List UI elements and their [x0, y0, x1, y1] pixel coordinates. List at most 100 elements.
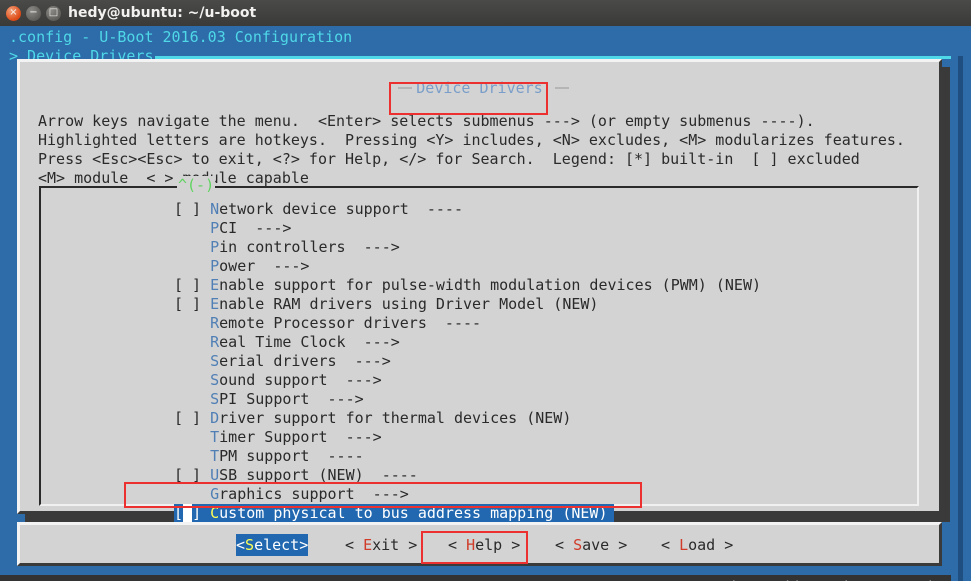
menu-item-hotkey: S — [210, 352, 220, 370]
button-suffix: > — [399, 536, 418, 554]
config-header-title: .config - U-Boot 2016.03 Configuration — [9, 28, 353, 46]
window-title: hedy@ubuntu: ~/u-boot — [68, 5, 257, 21]
menu-item-hotkey: C — [210, 504, 220, 522]
terminal-surface: .config - U-Boot 2016.03 Configuration >… — [0, 26, 971, 581]
menu-item[interactable]: TPM support ---- — [41, 447, 917, 466]
menu-item-label: ower ---> — [219, 257, 310, 275]
menu-item-checkbox — [174, 428, 210, 446]
button-hotkey: H — [466, 536, 476, 554]
button-hotkey: L — [679, 536, 689, 554]
menu-item-checkbox: [ ] — [174, 276, 211, 294]
menu-item-hotkey: T — [210, 447, 220, 465]
menu-item-checkbox — [174, 219, 210, 237]
button-label: elp — [475, 536, 503, 554]
menu-item[interactable]: Remote Processor drivers ---- — [41, 314, 917, 333]
menu-item-hotkey: P — [210, 238, 220, 256]
menu-item-label: PI Support ---> — [219, 390, 364, 408]
menu-item-label: etwork device support ---- — [219, 200, 463, 218]
window-titlebar: × − □ hedy@ubuntu: ~/u-boot — [0, 0, 971, 27]
save-button[interactable]: < Save > — [555, 534, 627, 556]
minimize-icon[interactable]: − — [26, 6, 41, 21]
menu-item[interactable]: Real Time Clock ---> — [41, 333, 917, 352]
menu-item[interactable]: [ ] Enable RAM drivers using Driver Mode… — [41, 295, 917, 314]
menu-item-label: nable support for pulse-width modulation… — [219, 276, 762, 294]
menu-item[interactable]: [ ] Enable support for pulse-width modul… — [41, 276, 917, 295]
menu-item[interactable]: [ ] USB support (NEW) ---- — [41, 466, 917, 485]
menu-item-label: imer Support ---> — [219, 428, 382, 446]
button-suffix: > — [609, 536, 628, 554]
menu-item[interactable]: Serial drivers ---> — [41, 352, 917, 371]
menu-item-label: PM support ---- — [219, 447, 364, 465]
menu-item-label: emote Processor drivers ---- — [219, 314, 482, 332]
menu-list: [ ] Network device support ---- PCI --->… — [41, 200, 917, 523]
menu-item-checkbox — [174, 485, 210, 503]
button-label: oad — [688, 536, 716, 554]
button-hotkey: E — [363, 536, 373, 554]
menu-item-label: SB support (NEW) ---- — [219, 466, 418, 484]
menu-item-hotkey: P — [210, 257, 220, 275]
menu-item-hotkey: T — [210, 428, 220, 446]
help-button[interactable]: < Help > — [448, 534, 520, 556]
menu-item-checkbox — [174, 238, 210, 256]
menu-item-checkbox: [ ] — [174, 295, 211, 313]
load-button[interactable]: < Load > — [661, 534, 733, 556]
menu-item-checkbox — [174, 333, 210, 351]
checkbox-open-bracket: [ — [174, 504, 184, 522]
dialog-help-text: Arrow keys navigate the menu. <Enter> se… — [38, 112, 905, 187]
menu-item-hotkey: R — [210, 314, 220, 332]
dialog-title: Device Drivers — [416, 79, 543, 97]
menu-item[interactable]: Graphics support ---> — [41, 485, 917, 504]
menu-item-checkbox — [174, 390, 210, 408]
button-prefix: < — [236, 536, 246, 554]
button-hotkey: S — [573, 536, 583, 554]
menu-item-label: river support for thermal devices (NEW) — [219, 409, 572, 427]
button-suffix: > — [299, 536, 309, 554]
menu-item-hotkey: P — [210, 219, 220, 237]
menu-item-hotkey: D — [210, 409, 220, 427]
menu-item[interactable]: Power ---> — [41, 257, 917, 276]
scroll-up-indicator[interactable]: ^(-) — [177, 176, 216, 195]
menu-item-label: raphics support ---> — [219, 485, 409, 503]
menu-item[interactable]: Timer Support ---> — [41, 428, 917, 447]
menu-item-checkbox — [174, 352, 210, 370]
menu-item-checkbox — [174, 371, 210, 389]
close-icon[interactable]: × — [6, 6, 21, 21]
button-prefix: < — [448, 536, 467, 554]
button-suffix: > — [715, 536, 734, 554]
button-prefix: < — [345, 536, 364, 554]
button-prefix: < — [661, 536, 680, 554]
menu-item[interactable]: [ ] Driver support for thermal devices (… — [41, 409, 917, 428]
terminal-scrollbar[interactable] — [958, 56, 963, 581]
dialog-button-bar: <Select> < Exit > < Help > < Save > < Load > — [17, 522, 942, 566]
menu-item-checkbox — [174, 257, 210, 275]
menu-item[interactable]: Sound support ---> — [41, 371, 917, 390]
menu-item-hotkey: G — [210, 485, 220, 503]
menu-item[interactable]: PCI ---> — [41, 219, 917, 238]
menu-item-checkbox: [ ] — [174, 409, 211, 427]
menu-item-checkbox: [ ] — [174, 200, 211, 218]
menu-item-checkbox: [ ] — [174, 466, 211, 484]
menu-item[interactable]: [ ] Network device support ---- — [41, 200, 917, 219]
menu-list-box: ^(-) [ ] Network device support ---- PCI… — [39, 176, 919, 523]
menu-item-checkbox — [174, 314, 210, 332]
screenshot-root: × − □ hedy@ubuntu: ~/u-boot .config - U-… — [0, 0, 971, 581]
exit-button[interactable]: < Exit > — [345, 534, 417, 556]
menu-item-label: CI ---> — [219, 219, 292, 237]
menu-item-hotkey: N — [210, 200, 220, 218]
menu-item[interactable]: SPI Support ---> — [41, 390, 917, 409]
menu-item-label: ustom physical to bus address mapping (N… — [219, 504, 608, 522]
button-suffix: > — [502, 536, 521, 554]
menu-item-hotkey: U — [210, 466, 220, 484]
menu-item-hotkey: S — [210, 390, 220, 408]
menu-item-label: nable RAM drivers using Driver Model (NE… — [219, 295, 599, 313]
menu-item-hotkey: E — [210, 276, 220, 294]
menu-dialog: Device Drivers Arrow keys navigate the m… — [17, 59, 942, 523]
button-hotkey: S — [245, 536, 255, 554]
button-prefix: < — [555, 536, 574, 554]
button-label: elect — [254, 536, 300, 554]
menu-item-hotkey: S — [210, 371, 220, 389]
maximize-icon[interactable]: □ — [46, 6, 61, 21]
menu-item-selected[interactable]: [ ] Custom physical to bus address mappi… — [174, 504, 614, 523]
menu-item[interactable]: Pin controllers ---> — [41, 238, 917, 257]
select-button[interactable]: <Select> — [236, 534, 309, 556]
